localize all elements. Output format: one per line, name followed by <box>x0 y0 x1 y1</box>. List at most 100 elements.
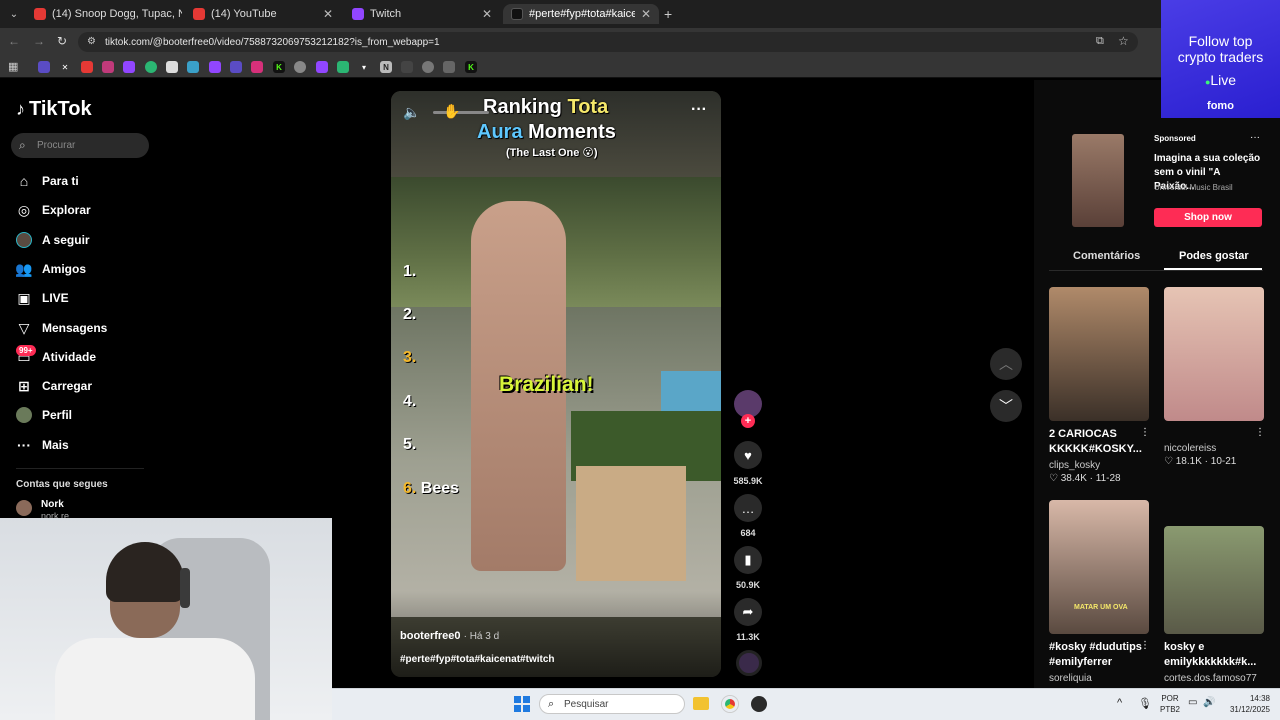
x-icon[interactable]: ✕ <box>59 61 71 73</box>
video-author[interactable]: booterfree0 · Há 3 d <box>400 630 499 642</box>
video-title-line1: Ranking Tota <box>483 96 609 118</box>
monitor-icon[interactable]: ▭ <box>1188 697 1197 708</box>
kick-icon[interactable]: K <box>465 61 477 73</box>
music-disc[interactable] <box>736 650 762 676</box>
share-button[interactable]: ➦ <box>734 598 762 626</box>
install-icon[interactable]: ⧉ <box>1096 35 1104 48</box>
suggestion-author[interactable]: clips_kosky <box>1049 460 1100 471</box>
close-icon[interactable]: ✕ <box>641 7 651 21</box>
video-hashtags[interactable]: #perte#fyp#tota#kaicenat#twitch <box>400 654 555 665</box>
microphone-icon[interactable]: 🎙 <box>1138 697 1152 710</box>
rank-4: 4. <box>403 393 417 410</box>
more-options-icon[interactable]: ··· <box>1250 132 1260 143</box>
suggestion-author[interactable]: cortes.dos.famoso77 <box>1164 673 1257 684</box>
windows-start-icon[interactable] <box>514 696 530 712</box>
sidebar-item-explorar[interactable]: ◎ Explorar <box>16 200 91 220</box>
bookmark-icon[interactable]: N <box>380 61 392 73</box>
video-player[interactable]: Ranking Tota Aura Moments (The Last One … <box>391 91 721 677</box>
tab-4[interactable]: #perte#fyp#tota#kaicenat#twi ✕ <box>503 4 659 24</box>
speaker-icon[interactable]: 🔊 <box>1203 697 1215 708</box>
sidebar-item-mais[interactable]: ··· Mais <box>16 435 69 455</box>
apps-icon[interactable]: ▦ <box>8 60 18 73</box>
sidebar-item-perfil[interactable]: Perfil <box>16 405 72 425</box>
comment-button[interactable]: … <box>734 494 762 522</box>
keyboard-language[interactable]: POR PTB2 <box>1160 693 1180 715</box>
back-icon[interactable]: ← <box>8 34 20 48</box>
more-options-icon[interactable]: ··· <box>691 101 707 119</box>
volume-icon[interactable]: 🔈 <box>403 104 420 121</box>
suggestion-author[interactable]: niccolereiss <box>1164 443 1216 454</box>
file-explorer-icon[interactable] <box>693 697 709 710</box>
more-options-icon[interactable]: ⋮ <box>1255 427 1265 438</box>
youtube-icon[interactable] <box>81 61 93 73</box>
logo-text: TikTok <box>29 98 92 120</box>
taskbar-search[interactable]: ⌕ Pesquisar <box>539 694 685 714</box>
suggestion-caption[interactable]: #kosky #dudutips #emilyferrer <box>1049 640 1149 670</box>
bookmark-icon[interactable] <box>230 61 242 73</box>
bookmark-icon[interactable]: ▾ <box>358 61 370 73</box>
upload-icon: ⊞ <box>18 377 30 394</box>
bookmark-icon[interactable] <box>102 61 114 73</box>
volume-slider[interactable] <box>433 111 489 114</box>
instagram-icon[interactable] <box>251 61 263 73</box>
suggestion-thumbnail[interactable] <box>1164 287 1264 421</box>
twitch-icon[interactable] <box>123 61 135 73</box>
star-icon[interactable]: ☆ <box>1118 34 1129 48</box>
reload-icon[interactable]: ↻ <box>57 34 67 48</box>
close-icon[interactable]: ✕ <box>482 7 492 21</box>
sidebar-item-live[interactable]: ▣ LIVE <box>16 288 68 308</box>
sidebar-item-carregar[interactable]: ⊞ Carregar <box>16 376 92 396</box>
tab-comentarios[interactable]: Comentários <box>1073 250 1140 262</box>
new-tab-button[interactable]: + <box>664 6 672 22</box>
suggestion-caption[interactable]: 2 CARIOCAS KKKKK#KOSKY... <box>1049 427 1149 457</box>
previous-video-button[interactable]: ︿ <box>990 348 1022 380</box>
twitch-icon[interactable] <box>209 61 221 73</box>
bookmark-icon[interactable] <box>187 61 199 73</box>
tab-1[interactable]: (14) Snoop Dogg, Tupac, Nate ✕ <box>26 4 182 24</box>
sponsored-thumbnail[interactable] <box>1072 134 1124 227</box>
tab-podes-gostar[interactable]: Podes gostar <box>1179 250 1249 262</box>
app-icon[interactable] <box>751 696 767 712</box>
bookmark-icon[interactable] <box>145 61 157 73</box>
suggestion-thumbnail[interactable] <box>1164 526 1264 634</box>
like-button[interactable]: ♥ <box>734 441 762 469</box>
close-icon[interactable]: ✕ <box>323 7 333 21</box>
search-input[interactable]: ⌕ Procurar <box>11 133 149 158</box>
sidebar-item-amigos[interactable]: 👥 Amigos <box>15 259 86 279</box>
address-bar[interactable]: tiktok.com/@booterfree0/video/7588732069… <box>78 32 1138 52</box>
bookmark-icon[interactable] <box>401 61 413 73</box>
more-options-icon[interactable]: ⋮ <box>1140 427 1150 438</box>
next-video-button[interactable]: ﹀ <box>990 390 1022 422</box>
kick-icon[interactable]: K <box>273 61 285 73</box>
bookmark-icon[interactable] <box>422 61 434 73</box>
suggestion-thumbnail[interactable] <box>1049 287 1149 421</box>
follow-button[interactable]: + <box>741 414 755 428</box>
more-options-icon[interactable]: ⋮ <box>1140 640 1150 651</box>
crypto-ad-overlay[interactable]: Follow top crypto traders ●Live fomo <box>1161 0 1280 118</box>
tab-search-button[interactable]: ⌄ <box>6 6 22 22</box>
sidebar-item-para-ti[interactable]: ⌂ Para ti <box>16 171 79 191</box>
chevron-up-icon[interactable]: ^ <box>1117 697 1122 709</box>
forward-icon[interactable]: → <box>33 34 45 48</box>
sidebar-item-mensagens[interactable]: ▽ Mensagens <box>16 318 108 338</box>
tab-2[interactable]: (14) YouTube ✕ <box>185 4 341 24</box>
suggestion-caption[interactable]: kosky e emilykkkkkkk#k... <box>1164 640 1264 670</box>
bookmark-icon[interactable] <box>337 61 349 73</box>
suggestion-thumbnail[interactable] <box>1049 500 1149 634</box>
shop-now-button[interactable]: Shop now <box>1154 208 1262 227</box>
tab-3[interactable]: Twitch ✕ <box>344 4 500 24</box>
twitch-icon[interactable] <box>316 61 328 73</box>
chrome-icon[interactable] <box>722 696 738 712</box>
suggestion-author[interactable]: soreliquia <box>1049 673 1092 684</box>
tiktok-logo[interactable]: ♪ TikTok <box>16 98 92 121</box>
taskbar-search-placeholder: Pesquisar <box>564 698 609 710</box>
bookmark-icon[interactable] <box>38 61 50 73</box>
site-info-icon[interactable]: ⚙ <box>87 36 96 47</box>
clock[interactable]: 14:38 31/12/2025 <box>1222 693 1270 715</box>
sidebar-item-a-seguir[interactable]: A seguir <box>16 230 90 250</box>
save-button[interactable]: ▮ <box>734 546 762 574</box>
bookmark-icon[interactable] <box>443 61 455 73</box>
following-item[interactable]: Nork nork.re <box>16 497 146 521</box>
bookmark-icon[interactable] <box>166 61 178 73</box>
bookmark-icon[interactable] <box>294 61 306 73</box>
